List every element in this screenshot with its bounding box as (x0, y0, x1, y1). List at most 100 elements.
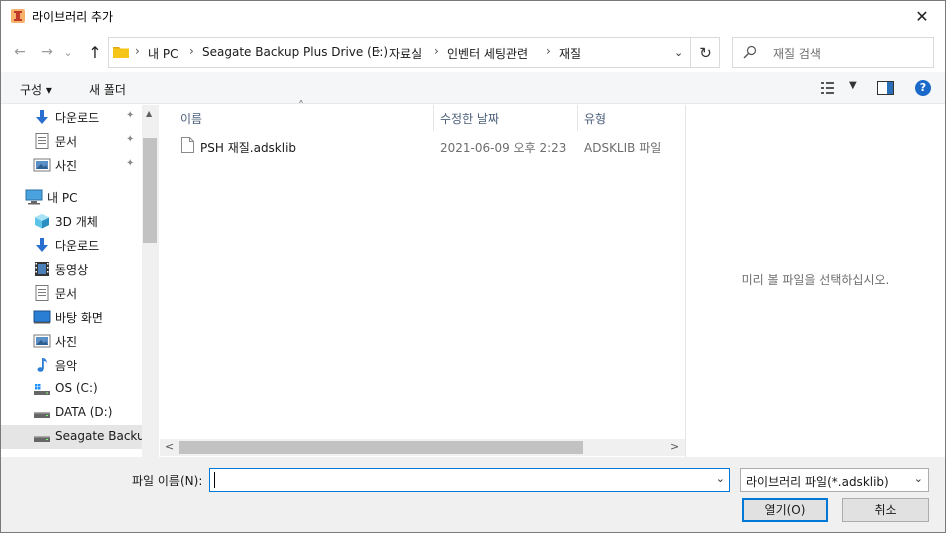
app-icon (11, 9, 25, 23)
sidebar-item-label: 다운로드 (55, 111, 100, 125)
help-button[interactable]: ? (915, 80, 931, 96)
pictures-icon (33, 158, 51, 172)
search-icon (743, 45, 757, 59)
file-row[interactable]: PSH 재질.adsklib 2021-06-09 오후 2:23 ADSKLI… (160, 135, 685, 157)
chevron-down-icon[interactable]: ⌄ (716, 472, 725, 485)
new-folder-button[interactable]: 새 폴더 (89, 81, 126, 98)
text-caret (214, 472, 215, 488)
sidebar-item-music[interactable]: 음악 (1, 353, 142, 377)
sidebar-item-label: 다운로드 (55, 239, 100, 253)
arrow-up-icon: ↑ (88, 42, 102, 62)
breadcrumb-separator-icon: › (189, 44, 194, 58)
file-icon (181, 137, 194, 153)
breadcrumb-item[interactable]: 인벤터 세팅관련 (447, 45, 528, 62)
refresh-button[interactable]: ↻ (690, 37, 720, 68)
column-header-type[interactable]: 유형 (578, 105, 685, 131)
filename-label: 파일 이름(N): (132, 474, 203, 488)
sidebar-item-label: 음악 (55, 359, 78, 373)
preview-pane-icon (877, 81, 894, 95)
toolbar: 구성 ▾ 새 폴더 ▼ ? (1, 72, 945, 104)
sidebar-item-drive-e[interactable]: Seagate Backup (1, 425, 152, 449)
pc-icon (25, 189, 43, 205)
breadcrumb-item[interactable]: 내 PC (148, 45, 178, 62)
preview-pane: 미리 볼 파일을 선택하십시오. (685, 105, 945, 457)
filename-input[interactable]: ⌄ (209, 468, 730, 492)
file-dialog-window: 라이브러리 추가 ✕ ← → ⌄ ↑ › 내 PC › Seagate Back… (0, 0, 946, 533)
breadcrumb-separator-icon: › (546, 44, 551, 58)
drive-icon (34, 436, 50, 442)
navigation-pane: 다운로드 ✦ 문서 ✦ 사진 ✦ 내 PC 3D 개체 다운로드 동영상 문서 … (1, 105, 159, 457)
cancel-button[interactable]: 취소 (842, 498, 929, 522)
breadcrumb-separator-icon: › (376, 44, 381, 58)
pin-icon: ✦ (126, 158, 135, 169)
breadcrumb-item[interactable]: 자료실 (389, 45, 422, 62)
sidebar-item-pictures-pinned[interactable]: 사진 ✦ (1, 153, 142, 177)
dialog-footer: 파일 이름(N): ⌄ 라이브러리 파일(*.adsklib) ⌄ 열기(O) … (1, 457, 945, 532)
column-header-name[interactable]: 이름 ˄ (160, 99, 433, 131)
file-type-filter[interactable]: 라이브러리 파일(*.adsklib) ⌄ (740, 468, 929, 492)
sidebar-item-downloads-pinned[interactable]: 다운로드 ✦ (1, 105, 142, 129)
sidebar-item-label: OS (C:) (55, 381, 98, 395)
pin-icon: ✦ (126, 110, 135, 121)
sort-ascending-icon: ˄ (298, 99, 304, 113)
refresh-icon: ↻ (699, 43, 712, 62)
sidebar-scrollbar[interactable]: ▲ (142, 105, 159, 457)
organize-button[interactable]: 구성 ▾ (20, 81, 52, 98)
sidebar-item-label: 사진 (55, 335, 78, 349)
sidebar-item-documents[interactable]: 문서 (1, 281, 142, 305)
preview-pane-button[interactable] (877, 81, 894, 98)
details-view-icon (821, 82, 834, 94)
scroll-left-icon[interactable]: < (165, 440, 174, 453)
view-options-button[interactable]: ▼ (821, 80, 857, 97)
sidebar-item-pictures[interactable]: 사진 (1, 329, 142, 353)
os-drive-icon (34, 384, 50, 395)
scroll-right-icon[interactable]: > (670, 440, 679, 453)
pin-icon: ✦ (126, 134, 135, 145)
file-list-horizontal-scrollbar[interactable]: < > (160, 439, 685, 456)
sidebar-item-label: 3D 개체 (55, 215, 98, 229)
download-icon (36, 238, 48, 252)
3d-objects-icon (35, 214, 49, 229)
forward-button[interactable]: → (37, 42, 57, 62)
sidebar-item-label: 문서 (55, 135, 78, 149)
arrow-right-icon: → (41, 44, 53, 60)
arrow-left-icon: ← (14, 44, 26, 60)
chevron-down-icon: ▼ (849, 80, 857, 91)
videos-icon (35, 262, 49, 276)
document-icon (35, 133, 49, 149)
address-bar[interactable]: › 내 PC › Seagate Backup Plus Drive (E:) … (108, 37, 720, 68)
sidebar-item-downloads[interactable]: 다운로드 (1, 233, 142, 257)
sidebar-item-documents-pinned[interactable]: 문서 ✦ (1, 129, 142, 153)
breadcrumb-separator-icon: › (135, 44, 140, 58)
preview-message: 미리 볼 파일을 선택하십시오. (741, 273, 890, 287)
column-header-modified[interactable]: 수정한 날짜 (434, 105, 577, 131)
sidebar-item-this-pc[interactable]: 내 PC (1, 185, 142, 209)
address-dropdown-icon[interactable]: ⌄ (674, 46, 683, 59)
back-button[interactable]: ← (10, 42, 30, 62)
sidebar-item-desktop[interactable]: 바탕 화면 (1, 305, 142, 329)
sidebar-item-3d-objects[interactable]: 3D 개체 (1, 209, 142, 233)
sidebar-scroll-thumb[interactable] (143, 138, 157, 243)
breadcrumb-item[interactable]: 재질 (559, 45, 581, 62)
folder-icon (113, 47, 129, 58)
sidebar-item-videos[interactable]: 동영상 (1, 257, 142, 281)
search-box[interactable]: 재질 검색 (732, 37, 934, 68)
sidebar-item-label: 사진 (55, 159, 78, 173)
column-name-label: 이름 (180, 112, 203, 126)
up-button[interactable]: ↑ (85, 42, 105, 62)
sidebar-item-drive-d[interactable]: DATA (D:) (1, 401, 142, 425)
breadcrumb-item[interactable]: Seagate Backup Plus Drive (E:) (202, 45, 388, 59)
sidebar-item-label: Seagate Backup (55, 429, 153, 443)
recent-locations-button[interactable]: ⌄ (61, 42, 75, 62)
close-button[interactable]: ✕ (899, 1, 945, 32)
file-modified: 2021-06-09 오후 2:23 (440, 141, 567, 155)
pictures-icon (33, 334, 51, 348)
horizontal-scroll-thumb[interactable] (179, 441, 583, 454)
breadcrumb-separator-icon: › (434, 44, 439, 58)
scroll-up-icon[interactable]: ▲ (146, 109, 152, 118)
column-type-label: 유형 (584, 112, 607, 126)
open-button[interactable]: 열기(O) (742, 498, 828, 522)
sidebar-item-drive-c[interactable]: OS (C:) (1, 377, 142, 401)
title-bar: 라이브러리 추가 ✕ (1, 1, 945, 32)
sidebar-item-label: 바탕 화면 (55, 311, 103, 325)
